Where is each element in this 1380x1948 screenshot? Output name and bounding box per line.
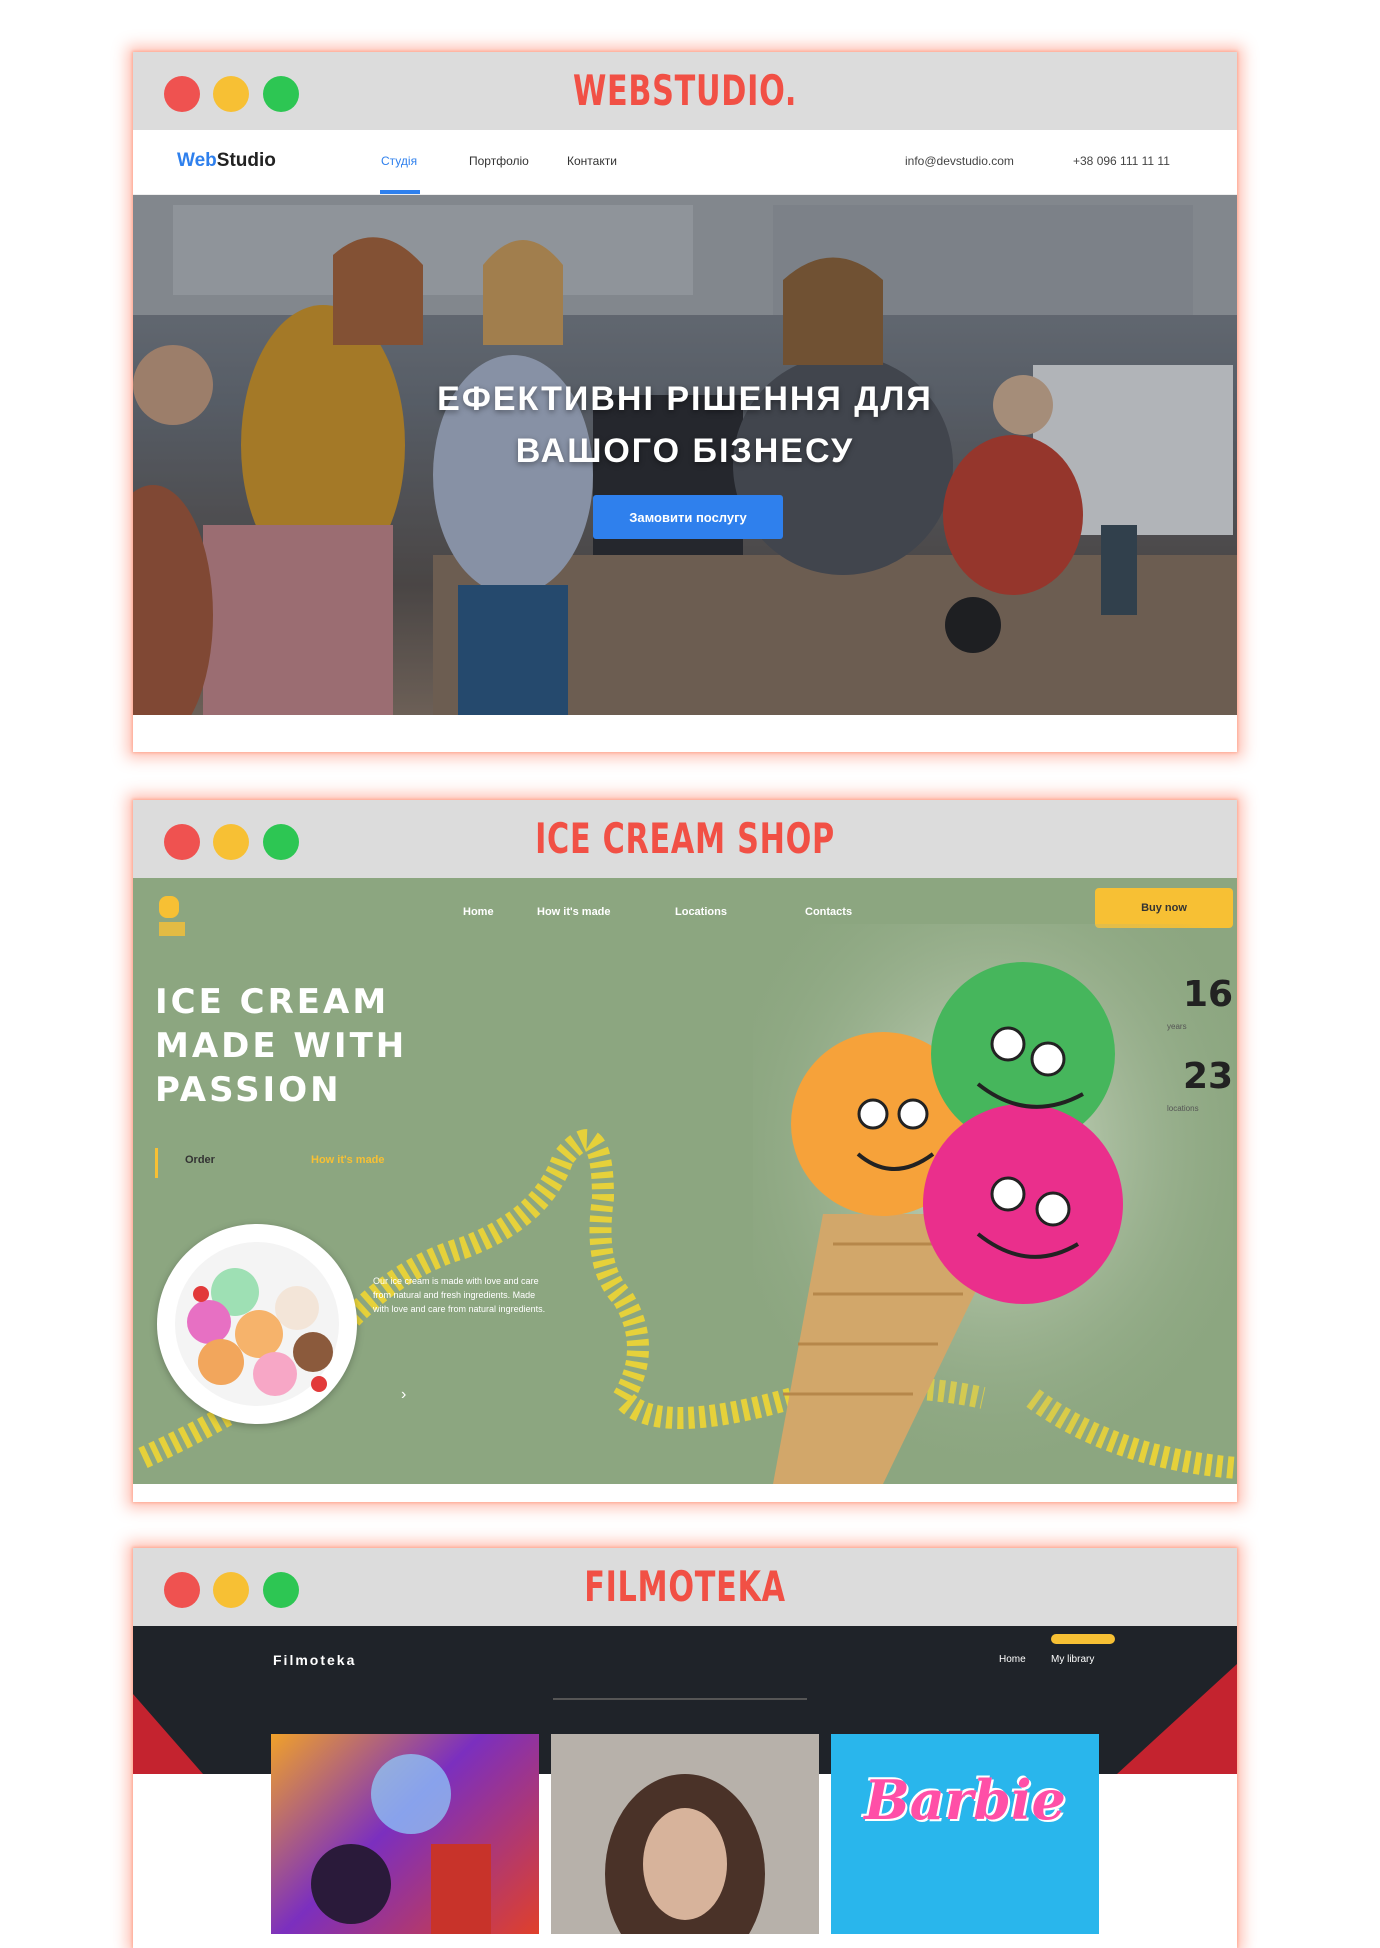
- window-title: FILMOTEKA: [584, 1562, 786, 1611]
- movie-card[interactable]: Barbie: [831, 1734, 1099, 1934]
- arrow-right-icon[interactable]: ›: [401, 1386, 406, 1404]
- stat-value-locations: 23: [1183, 1056, 1234, 1097]
- hero-description: Our ice cream is made with love and care…: [373, 1276, 546, 1314]
- close-dot-icon[interactable]: [164, 1572, 200, 1608]
- hero-headline: ICE CREAM MADE WITH PASSION: [155, 982, 408, 1110]
- movie-poster-title: Barbie: [864, 1768, 1066, 1832]
- window-titlebar: FILMOTEKA: [133, 1548, 1237, 1626]
- search-input[interactable]: [553, 1698, 807, 1700]
- order-link[interactable]: Order: [185, 1154, 215, 1166]
- stat-label-locations: locations: [1167, 1104, 1199, 1113]
- minimize-dot-icon[interactable]: [213, 824, 249, 860]
- window-titlebar: WEBSTUDIO.: [133, 52, 1237, 130]
- movie-card[interactable]: [551, 1734, 819, 1934]
- hero-section: ЕФЕКТИВНІ РІШЕННЯ ДЛЯ ВАШОГО БІЗНЕСУ Зам…: [133, 195, 1237, 715]
- movie-card[interactable]: [271, 1734, 539, 1934]
- active-nav-underline: [380, 190, 420, 194]
- phone-link[interactable]: +38 096 111 11 11: [1073, 154, 1170, 168]
- nav-link-home[interactable]: Home: [999, 1654, 1026, 1665]
- icecream-plate-image: [157, 1224, 357, 1424]
- hero-title: ЕФЕКТИВНІ РІШЕННЯ ДЛЯ ВАШОГО БІЗНЕСУ: [437, 380, 933, 470]
- nav-link-portfolio[interactable]: Портфоліо: [469, 154, 529, 168]
- smiling-icecream-cone-image: [753, 924, 1233, 1484]
- icecream-window: ICE CREAM SHOP Home How it's made Locati…: [133, 800, 1237, 1502]
- site-logo[interactable]: WebStudio: [177, 150, 276, 172]
- webstudio-window: WEBSTUDIO. WebStudio Студія Портфоліо Ко…: [133, 52, 1237, 752]
- email-link[interactable]: info@devstudio.com: [905, 154, 1014, 168]
- close-dot-icon[interactable]: [164, 824, 200, 860]
- stat-label-years: years: [1167, 1022, 1187, 1031]
- filmoteka-window: FILMOTEKA Filmoteka Home My library Barb…: [133, 1548, 1237, 1948]
- hero-section: Home How it's made Locations Contacts Bu…: [133, 878, 1237, 1484]
- how-made-link[interactable]: How it's made: [311, 1154, 385, 1166]
- site-header: WebStudio Студія Портфоліо Контакти info…: [133, 130, 1237, 195]
- nav-link-library[interactable]: My library: [1051, 1654, 1094, 1665]
- site-logo[interactable]: Filmoteka: [273, 1652, 356, 1668]
- window-titlebar: ICE CREAM SHOP: [133, 800, 1237, 878]
- nav-link-contacts[interactable]: Контакти: [567, 154, 617, 168]
- window-title: WEBSTUDIO.: [572, 66, 798, 115]
- close-dot-icon[interactable]: [164, 76, 200, 112]
- stat-value-years: 16: [1183, 974, 1234, 1015]
- window-title: ICE CREAM SHOP: [535, 814, 835, 863]
- theme-toggle[interactable]: [1051, 1634, 1115, 1644]
- minimize-dot-icon[interactable]: [213, 76, 249, 112]
- minimize-dot-icon[interactable]: [213, 1572, 249, 1608]
- nav-link-studio[interactable]: Студія: [381, 154, 417, 168]
- order-service-button[interactable]: Замовити послугу: [593, 495, 783, 539]
